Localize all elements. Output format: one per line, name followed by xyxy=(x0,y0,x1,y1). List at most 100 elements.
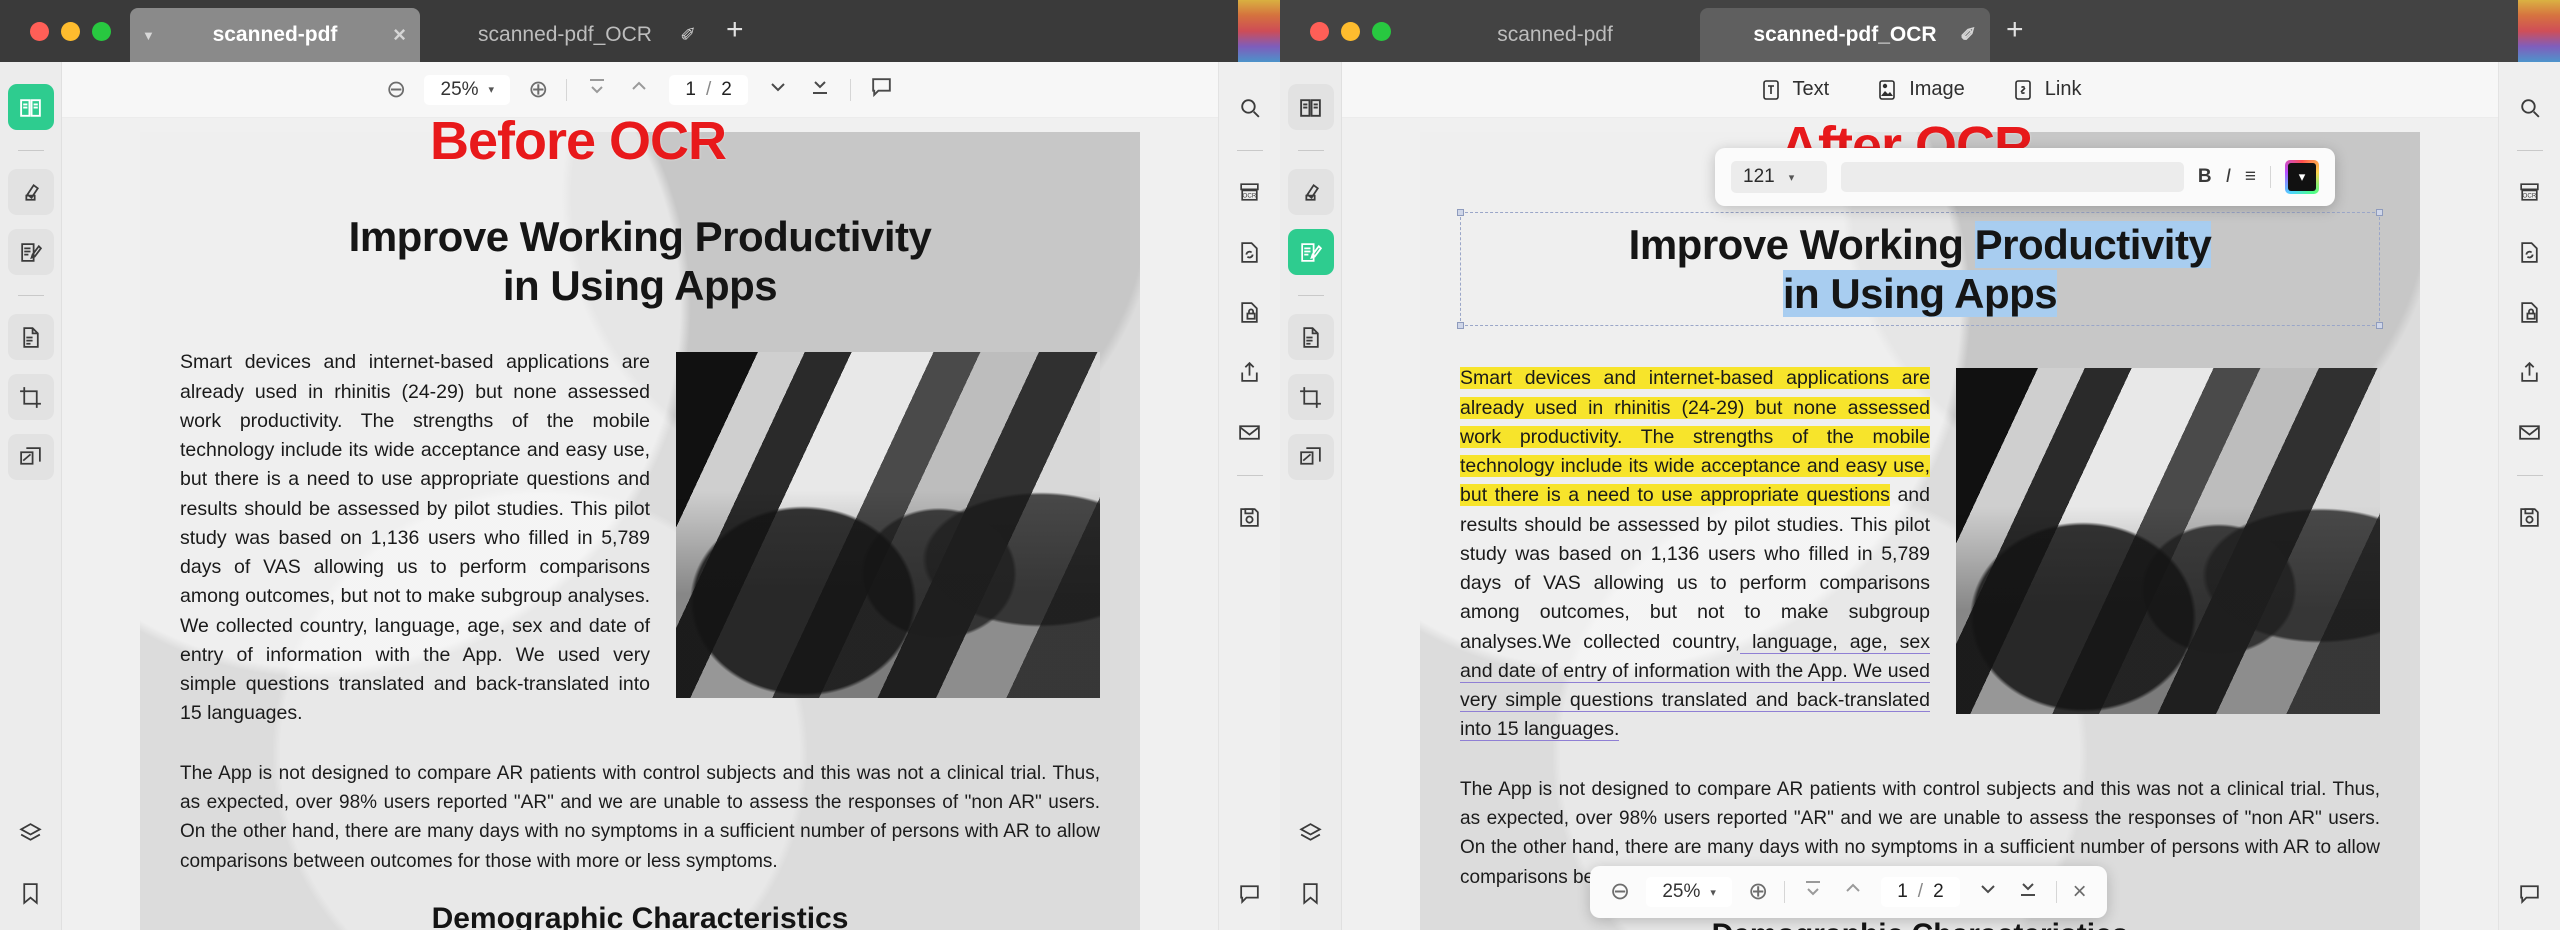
sidebar-item-comments[interactable] xyxy=(2507,870,2553,916)
sidebar-item-edit-sign-tool[interactable] xyxy=(7,229,54,275)
pencil-icon[interactable]: ✐ xyxy=(1960,24,1976,47)
maximize-window-button[interactable] xyxy=(1372,22,1391,41)
sidebar-item-convert[interactable] xyxy=(1227,229,1273,275)
plain-text: and results should be assessed by pilot … xyxy=(1460,484,1930,653)
sidebar-item-crop-tool[interactable] xyxy=(7,374,54,420)
sidebar-item-convert[interactable] xyxy=(2507,229,2553,275)
page-viewport-left[interactable]: Improve Working Productivity in Using Ap… xyxy=(62,118,1218,930)
workarea-left: ⊖ 25% ▾ ⊕ 1 / 2 Improve Working Producti… xyxy=(0,62,1280,930)
prev-page-icon[interactable] xyxy=(1841,877,1865,907)
document-section-heading: Demographic Characteristics xyxy=(1460,918,2380,930)
close-icon[interactable]: × xyxy=(393,24,406,46)
sidebar-item-search[interactable] xyxy=(2507,84,2553,130)
sidebar-item-reader-mode[interactable] xyxy=(1287,84,1334,130)
minimize-window-button[interactable] xyxy=(61,22,80,41)
sidebar-item-share[interactable] xyxy=(2507,349,2553,395)
zoom-level-select[interactable]: 25% ▾ xyxy=(424,74,511,105)
tool-text[interactable]: Text xyxy=(1759,78,1829,102)
highlighted-text: Smart devices and internet-based applica… xyxy=(1460,367,1930,507)
sidebar-item-highlight-tool[interactable] xyxy=(1287,169,1334,215)
rail-divider xyxy=(17,295,44,296)
sidebar-item-ocr-tool[interactable] xyxy=(7,314,54,360)
zoom-out-icon[interactable]: ⊖ xyxy=(386,77,406,102)
font-size-select[interactable]: 121 ▾ xyxy=(1731,161,1827,193)
document-photo xyxy=(676,352,1100,699)
text-color-swatch[interactable]: ▾ xyxy=(2285,160,2319,194)
resize-handle[interactable] xyxy=(2376,209,2383,216)
text-format-toolbar[interactable]: 121 ▾ B I ≡ ▾ xyxy=(1715,148,2335,206)
next-page-icon[interactable] xyxy=(1976,877,2000,907)
bold-icon[interactable]: B xyxy=(2198,166,2212,188)
next-page-icon[interactable] xyxy=(766,75,790,105)
page-viewport-right[interactable]: Improve Working Productivity in Using Ap… xyxy=(1342,118,2498,930)
zoom-in-icon[interactable]: ⊕ xyxy=(528,77,548,102)
pencil-icon[interactable]: ✐ xyxy=(680,24,696,47)
sidebar-item-reader-mode[interactable] xyxy=(7,84,54,130)
document-title: Improve Working Productivity in Using Ap… xyxy=(1470,220,2370,318)
document-columns: Smart devices and internet-based applica… xyxy=(180,348,1100,728)
tab-scanned-pdf[interactable]: scanned-pdf xyxy=(1410,8,1700,62)
sidebar-item-edit-sign-tool[interactable] xyxy=(1287,229,1334,275)
first-page-icon[interactable] xyxy=(585,75,609,105)
close-icon[interactable]: × xyxy=(2073,880,2087,904)
sidebar-item-highlight-tool[interactable] xyxy=(7,169,54,215)
zoom-level-select[interactable]: 25% ▾ xyxy=(1646,877,1733,907)
sidebar-item-search[interactable] xyxy=(1227,84,1273,130)
document-section-heading: Demographic Characteristics xyxy=(431,902,849,930)
sidebar-item-save[interactable] xyxy=(2507,494,2553,540)
sidebar-item-organize-pages[interactable] xyxy=(1287,434,1334,480)
tool-image[interactable]: Image xyxy=(1875,78,1965,102)
last-page-icon[interactable] xyxy=(2016,877,2040,907)
zoom-out-icon[interactable]: ⊖ xyxy=(1610,880,1630,904)
sidebar-item-ocr[interactable]: OCR xyxy=(2507,169,2553,215)
sidebar-item-email[interactable] xyxy=(2507,409,2553,455)
tab-scanned-pdf-ocr[interactable]: scanned-pdf_OCR ✐ xyxy=(1700,8,1990,62)
tab-scanned-pdf-ocr[interactable]: scanned-pdf_OCR ✐ xyxy=(420,8,710,62)
sidebar-item-bookmarks[interactable] xyxy=(1288,870,1334,916)
sidebar-item-bookmarks[interactable] xyxy=(8,870,54,916)
sidebar-item-organize-pages[interactable] xyxy=(7,434,54,480)
sidebar-item-comments[interactable] xyxy=(1227,870,1273,916)
resize-handle[interactable] xyxy=(1457,209,1464,216)
sidebar-item-share[interactable] xyxy=(1227,349,1273,395)
comment-icon[interactable] xyxy=(869,74,894,105)
font-family-select[interactable] xyxy=(1841,162,2184,192)
page-number-input[interactable]: 1 / 2 xyxy=(1881,877,1960,907)
maximize-window-button[interactable] xyxy=(92,22,111,41)
italic-icon[interactable]: I xyxy=(2226,166,2231,188)
sidebar-item-protect[interactable] xyxy=(2507,289,2553,335)
title-selection-box[interactable]: Improve Working Productivity in Using Ap… xyxy=(1457,209,2383,330)
zoom-level-value: 25% xyxy=(1662,881,1701,902)
sidebar-item-ocr[interactable]: OCR xyxy=(1227,169,1273,215)
floating-zoom-toolbar[interactable]: ⊖ 25% ▾ ⊕ 1 / 2 × xyxy=(1590,866,2107,918)
last-page-icon[interactable] xyxy=(808,75,832,105)
close-window-button[interactable] xyxy=(1310,22,1329,41)
close-window-button[interactable] xyxy=(30,22,49,41)
sidebar-item-save[interactable] xyxy=(1227,494,1273,540)
sidebar-item-protect[interactable] xyxy=(1227,289,1273,335)
tool-link[interactable]: Link xyxy=(2011,78,2081,102)
sidebar-item-email[interactable] xyxy=(1227,409,1273,455)
sidebar-item-layers[interactable] xyxy=(1288,810,1334,856)
sidebar-item-ocr-tool[interactable] xyxy=(1287,314,1334,360)
titlebar-left: ▼ scanned-pdf × scanned-pdf_OCR ✐ + xyxy=(0,0,1280,62)
zoom-in-icon[interactable]: ⊕ xyxy=(1748,880,1768,904)
resize-handle[interactable] xyxy=(2376,322,2383,330)
zoom-level-value: 25% xyxy=(440,78,479,100)
tab-scanned-pdf[interactable]: ▼ scanned-pdf × xyxy=(130,8,420,62)
prev-page-icon[interactable] xyxy=(627,75,651,105)
sidebar-item-layers[interactable] xyxy=(8,810,54,856)
rainbow-accent-icon xyxy=(2518,0,2560,62)
chevron-down-icon[interactable]: ▼ xyxy=(142,28,155,43)
first-page-icon[interactable] xyxy=(1801,877,1825,907)
tab-strip-right: scanned-pdf scanned-pdf_OCR ✐ + xyxy=(1410,8,2024,62)
chevron-down-icon: ▾ xyxy=(2288,163,2316,191)
new-tab-button[interactable]: + xyxy=(2006,15,2024,55)
resize-handle[interactable] xyxy=(1457,322,1464,330)
new-tab-button[interactable]: + xyxy=(726,15,744,55)
sidebar-item-crop-tool[interactable] xyxy=(1287,374,1334,420)
align-icon[interactable]: ≡ xyxy=(2245,166,2256,188)
page-number-input[interactable]: 1 / 2 xyxy=(669,74,748,105)
tab-strip-left: ▼ scanned-pdf × scanned-pdf_OCR ✐ + xyxy=(130,8,744,62)
minimize-window-button[interactable] xyxy=(1341,22,1360,41)
